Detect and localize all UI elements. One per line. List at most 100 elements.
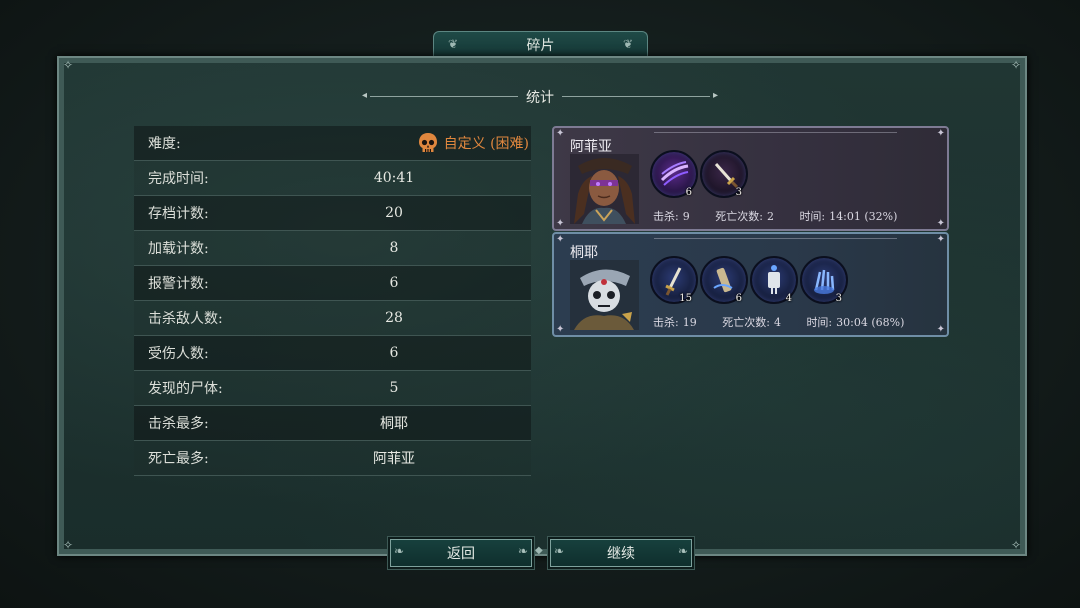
character-summary: 击杀: 19 死亡次数: 4 时间: 30:04 (68%): [653, 314, 908, 330]
section-title: 统计: [526, 90, 554, 106]
stats-label: 受伤人数:: [148, 346, 209, 362]
stats-row: 报警计数: 6: [134, 266, 531, 301]
character-card-toya[interactable]: ✦ ✦ ✦ ✦ 桐耶 15 6 4 3 击杀: 19 死亡次数: 4 时间: 3…: [552, 232, 949, 337]
stats-value: 8: [389, 240, 399, 256]
divider: [654, 238, 897, 239]
stats-label: 加载计数:: [148, 241, 209, 257]
skill-slot[interactable]: 6: [650, 150, 698, 198]
stats-value: 5: [389, 380, 399, 396]
time-label: 时间:: [806, 316, 833, 329]
character-card-afia[interactable]: ✦ ✦ ✦ ✦ 阿菲亚 6 3 击杀: 9 死亡次数: 2 时间: 14:01 …: [552, 126, 949, 231]
ornament-left-icon: ❧: [554, 544, 565, 558]
stats-row: 击杀最多: 桐耶: [134, 406, 531, 441]
deaths-value: 4: [773, 316, 781, 329]
divider: [370, 96, 518, 97]
stats-label: 存档计数:: [148, 206, 209, 222]
arrow-right-icon: ▸: [712, 90, 718, 101]
skill-slot[interactable]: 3: [800, 256, 848, 304]
window-title-tab: ❦ 碎片 ❦: [433, 31, 648, 57]
ornament-left-icon: ❧: [394, 544, 405, 558]
corner-ornament-icon: ✦: [556, 128, 565, 139]
kills-label: 击杀:: [653, 316, 679, 329]
stats-value: 6: [389, 345, 399, 361]
character-name: 桐耶: [570, 245, 598, 261]
corner-ornament-icon: ✧: [1010, 58, 1022, 72]
section-heading: ◂ 统计 ▸: [362, 86, 718, 108]
corner-ornament-icon: ✦: [936, 218, 945, 229]
stats-row: 发现的尸体: 5: [134, 371, 531, 406]
skill-count: 15: [679, 293, 692, 304]
stats-label: 死亡最多:: [148, 451, 209, 467]
corner-ornament-icon: ✧: [62, 58, 74, 72]
skill-list: 6 3: [650, 150, 748, 198]
time-label: 时间:: [799, 210, 826, 223]
kills-value: 9: [682, 210, 690, 223]
character-name: 阿菲亚: [570, 139, 612, 155]
stats-row: 死亡最多: 阿菲亚: [134, 441, 531, 476]
stats-row: 存档计数: 20: [134, 196, 531, 231]
stats-row-difficulty: 难度: 自定义 (困难): [134, 126, 531, 161]
continue-button[interactable]: ❧ 继续 ❧: [550, 539, 692, 567]
divider-ornament-icon: ◆: [535, 545, 543, 556]
ornament-right-icon: ❦: [622, 37, 633, 51]
divider: [562, 96, 710, 97]
skill-list: 15 6 4 3: [650, 256, 848, 304]
back-button-label: 返回: [447, 546, 475, 562]
stats-value: 6: [389, 275, 399, 291]
stats-label: 难度:: [148, 136, 181, 152]
skill-count: 6: [735, 293, 742, 304]
stats-row: 击杀敌人数: 28: [134, 301, 531, 336]
afia-portrait-icon: [570, 154, 639, 224]
stats-label: 发现的尸体:: [148, 381, 223, 397]
stats-label: 击杀最多:: [148, 416, 209, 432]
ornament-right-icon: ❧: [677, 544, 688, 558]
character-summary: 击杀: 9 死亡次数: 2 时间: 14:01 (32%): [653, 208, 901, 224]
skill-slot[interactable]: 3: [700, 150, 748, 198]
back-button[interactable]: ❧ 返回 ❧: [390, 539, 532, 567]
window-title: 碎片: [526, 37, 555, 54]
divider: [654, 132, 897, 133]
difficulty-text: 自定义 (困难): [443, 136, 529, 152]
corner-ornament-icon: ✦: [936, 128, 945, 139]
time-value: 14:01 (32%): [829, 210, 898, 223]
continue-button-label: 继续: [607, 546, 635, 562]
character-portrait: [570, 260, 639, 330]
toya-portrait-icon: [570, 260, 639, 330]
corner-ornament-icon: ✦: [556, 324, 565, 335]
skill-slot[interactable]: 15: [650, 256, 698, 304]
skill-slot[interactable]: 4: [750, 256, 798, 304]
stats-value: 28: [385, 310, 403, 326]
difficulty-value: 自定义 (困难): [418, 132, 529, 154]
stats-row: 加载计数: 8: [134, 231, 531, 266]
stats-label: 报警计数:: [148, 276, 209, 292]
corner-ornament-icon: ✦: [936, 324, 945, 335]
ornament-left-icon: ❦: [448, 37, 459, 51]
skill-count: 3: [835, 293, 842, 304]
deaths-label: 死亡次数:: [722, 316, 770, 329]
stats-value: 阿菲亚: [373, 451, 415, 467]
skill-count: 3: [735, 187, 742, 198]
corner-ornament-icon: ✧: [62, 538, 74, 552]
arrow-left-icon: ◂: [362, 90, 368, 101]
deaths-label: 死亡次数:: [715, 210, 763, 223]
corner-ornament-icon: ✦: [556, 234, 565, 245]
stats-row: 受伤人数: 6: [134, 336, 531, 371]
corner-ornament-icon: ✦: [556, 218, 565, 229]
stats-value: 桐耶: [380, 416, 408, 432]
stats-value: 40:41: [373, 170, 415, 186]
skull-icon: [418, 133, 437, 152]
character-portrait: [570, 154, 639, 224]
stats-row: 完成时间: 40:41: [134, 161, 531, 196]
time-value: 30:04 (68%): [836, 316, 905, 329]
stats-value: 20: [385, 205, 403, 221]
skill-count: 4: [785, 293, 792, 304]
corner-ornament-icon: ✧: [1010, 538, 1022, 552]
kills-value: 19: [682, 316, 697, 329]
skill-count: 6: [685, 187, 692, 198]
stats-label: 完成时间:: [148, 171, 209, 187]
skill-slot[interactable]: 6: [700, 256, 748, 304]
ornament-right-icon: ❧: [517, 544, 528, 558]
kills-label: 击杀:: [653, 210, 679, 223]
corner-ornament-icon: ✦: [936, 234, 945, 245]
stats-table: 难度: 自定义 (困难) 完成时间: 40:41 存档计数: 20 加载计数: …: [134, 126, 531, 476]
